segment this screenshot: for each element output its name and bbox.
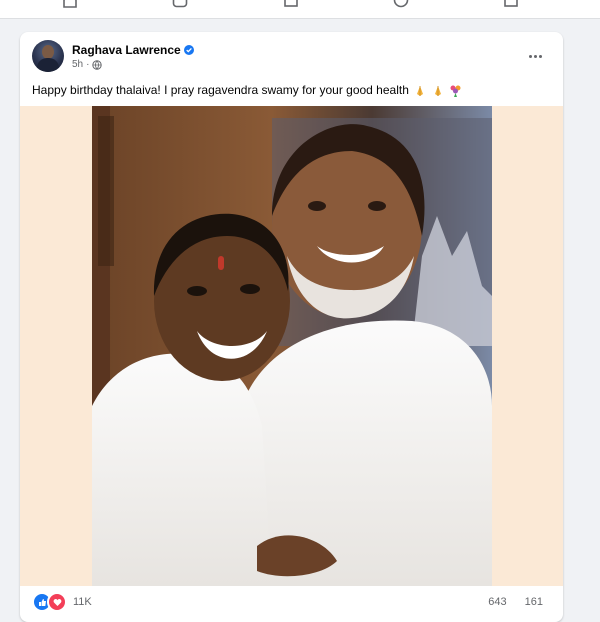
gaming-icon[interactable] [503, 0, 519, 8]
post-time[interactable]: 5h [72, 59, 83, 70]
post-photo[interactable] [92, 106, 492, 586]
globe-icon [92, 59, 103, 70]
folded-hands-icon [417, 85, 424, 96]
more-options-button[interactable] [523, 44, 547, 68]
comment-count[interactable]: 643 [488, 596, 506, 608]
groups-icon[interactable] [393, 0, 409, 8]
post-photo-frame [20, 106, 563, 586]
flower-bouquet-icon [450, 85, 461, 98]
share-count[interactable]: 161 [525, 596, 543, 608]
author-name[interactable]: Raghava Lawrence [72, 43, 181, 57]
post-card: Raghava Lawrence 5h · Happy birthday tha… [20, 32, 563, 622]
love-reaction-icon [47, 592, 67, 612]
verified-badge-icon [183, 45, 194, 55]
more-options-icon [528, 54, 532, 58]
reaction-count[interactable]: 11K [73, 596, 92, 608]
top-navigation [0, 0, 600, 19]
home-icon[interactable] [62, 0, 78, 8]
engagement-stats: 643 161 [488, 592, 543, 612]
post-message: Happy birthday thalaiva! I pray ragavend… [32, 83, 409, 97]
video-icon[interactable] [172, 0, 188, 8]
folded-hands-icon [434, 85, 441, 96]
avatar[interactable] [32, 40, 64, 72]
separator-dot: · [86, 59, 90, 70]
marketplace-icon[interactable] [283, 0, 299, 8]
reactions-bar[interactable]: 11K [32, 592, 92, 612]
post-text: Happy birthday thalaiva! I pray ragavend… [32, 82, 552, 98]
